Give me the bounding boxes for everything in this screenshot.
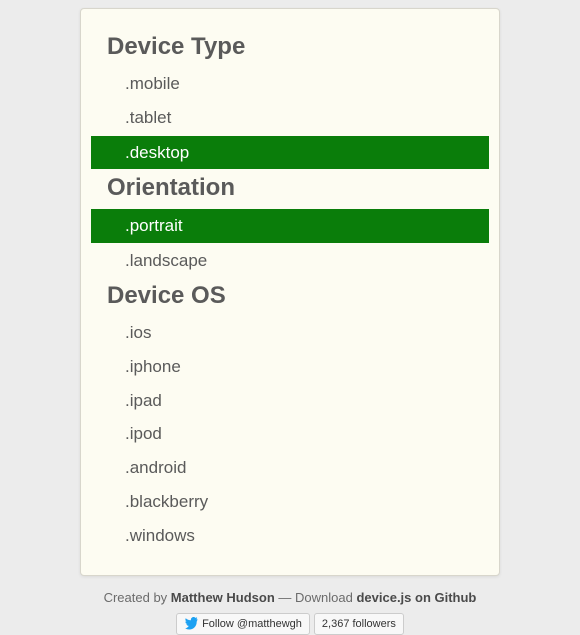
section-title-device-type: Device Type [81,29,499,67]
section-title-orientation: Orientation [81,170,499,208]
twitter-icon [184,617,198,631]
list-item: .ipad [81,384,499,418]
list-item: .tablet [81,101,499,135]
twitter-follow-label: Follow @matthewgh [202,618,302,630]
list-item: .iphone [81,350,499,384]
twitter-follow-button[interactable]: Follow @matthewgh [176,613,310,635]
list-item-active: .portrait [91,209,489,243]
list-item-active: .desktop [91,136,489,170]
list-item: .windows [81,519,499,553]
list-item: .landscape [81,244,499,278]
list-item: .android [81,451,499,485]
list-item: .ipod [81,417,499,451]
device-card: Device Type .mobile .tablet .desktop Ori… [80,8,500,576]
list-item: .mobile [81,67,499,101]
footer: Created by Matthew Hudson — Download dev… [104,590,477,635]
twitter-widget: Follow @matthewgh 2,367 followers [176,613,404,635]
list-item: .blackberry [81,485,499,519]
twitter-followers-count: 2,367 followers [314,613,404,635]
list-item: .ios [81,316,499,350]
section-title-device-os: Device OS [81,278,499,316]
